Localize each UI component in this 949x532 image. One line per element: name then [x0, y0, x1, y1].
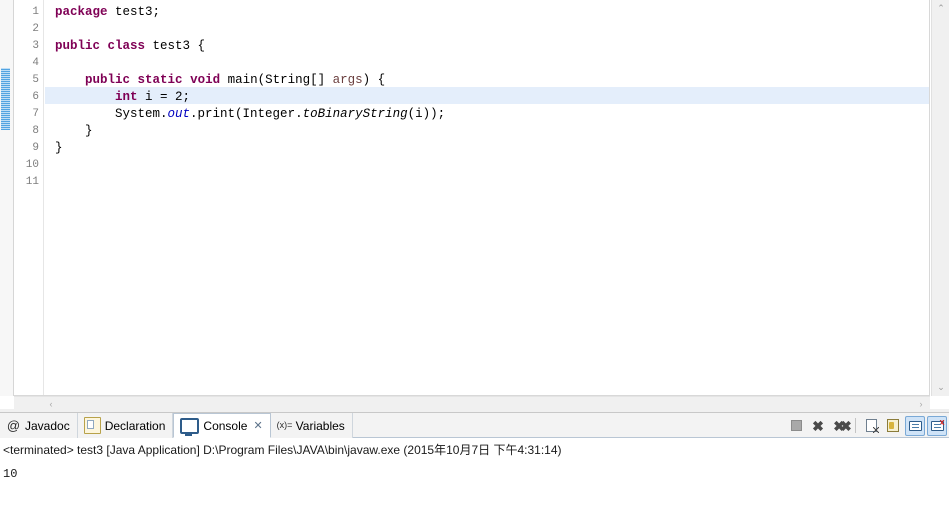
remove-all-icon: ✖✖ — [833, 417, 852, 434]
code-token: package — [55, 5, 108, 19]
code-token: } — [55, 124, 93, 138]
eclipse-workbench-window: 1 2 3 4 5 6 7 8 9 10 11 package test3; public class… — [0, 0, 949, 532]
code-token: int — [115, 90, 138, 104]
code-token: args — [332, 73, 363, 87]
console-screen-icon — [908, 420, 922, 431]
code-token: static — [137, 73, 183, 87]
line-number: 3 — [32, 40, 39, 52]
scroll-left-arrow-icon[interactable]: ‹ — [44, 397, 58, 410]
close-x-icon: ✖ — [812, 417, 824, 434]
line-number: 9 — [32, 142, 39, 154]
scroll-lock-button[interactable] — [883, 416, 903, 436]
remove-launch-button[interactable]: ✖ — [808, 416, 828, 436]
code-token: out — [167, 107, 191, 121]
code-line[interactable]: } — [55, 140, 63, 157]
console-view-toolbar: ✖ ✖✖ — [786, 415, 947, 436]
code-token: .print(Integer. — [190, 107, 303, 121]
line-number: 5 — [32, 74, 39, 86]
code-line[interactable]: public static void main(String[] args) { — [55, 72, 385, 89]
annotation-ruler[interactable] — [0, 0, 14, 396]
toolbar-separator — [855, 418, 856, 433]
clear-console-button[interactable] — [861, 416, 881, 436]
line-number: 7 — [32, 108, 39, 120]
line-number-gutter: 1 2 3 4 5 6 7 8 9 10 11 — [14, 0, 44, 395]
view-tab-list: @ Javadoc Declaration Console ✕ (x)= Variables — [0, 413, 353, 438]
scroll-lock-icon — [887, 419, 899, 432]
console-output-area[interactable]: <terminated> test3 [Java Application] D:… — [0, 438, 949, 532]
code-token: ) { — [362, 73, 386, 87]
tab-label: Declaration — [104, 418, 166, 433]
code-line[interactable]: int i = 2; — [55, 89, 190, 106]
console-view: @ Javadoc Declaration Console ✕ (x)= Variables… — [0, 412, 949, 532]
code-token: test3; — [107, 5, 161, 19]
code-token: public — [55, 39, 101, 53]
tab-javadoc[interactable]: @ Javadoc — [0, 413, 78, 438]
tab-label: Console — [203, 418, 248, 433]
code-token: public — [85, 73, 131, 87]
code-line[interactable]: System.out.print(Integer.toBinaryString(… — [55, 106, 445, 123]
javadoc-icon: @ — [6, 418, 21, 433]
clear-console-icon — [865, 419, 879, 433]
console-status-line: <terminated> test3 [Java Application] D:… — [3, 443, 562, 457]
line-number: 10 — [25, 159, 39, 171]
display-selected-console-button[interactable] — [927, 415, 947, 436]
code-line[interactable]: public class test3 { — [55, 38, 205, 55]
editor-horizontal-scrollbar[interactable]: ‹ › — [14, 396, 930, 409]
code-text-area[interactable]: package test3; public class test3 { publi… — [45, 0, 929, 395]
view-tab-bar: @ Javadoc Declaration Console ✕ (x)= Variables… — [0, 413, 949, 438]
code-token: i = 2; — [137, 90, 191, 104]
scroll-up-arrow-icon[interactable]: ⌃ — [932, 0, 949, 17]
code-token: System. — [55, 107, 168, 121]
editor-vertical-scrollbar[interactable]: ⌃ ⌄ — [931, 0, 949, 396]
tab-declaration[interactable]: Declaration — [77, 413, 174, 438]
code-token: class — [107, 39, 146, 53]
scroll-down-arrow-icon[interactable]: ⌄ — [932, 379, 949, 396]
code-token: (i)); — [407, 107, 446, 121]
tab-variables[interactable]: (x)= Variables — [270, 413, 353, 438]
console-screen-error-icon — [930, 418, 945, 431]
line-number: 1 — [32, 6, 39, 18]
method-range-indicator — [1, 68, 10, 130]
line-number: 6 — [32, 91, 39, 103]
remove-all-terminated-button[interactable]: ✖✖ — [830, 416, 852, 436]
code-token: } — [55, 141, 63, 155]
pin-console-button[interactable] — [905, 415, 925, 436]
console-icon — [180, 418, 200, 436]
terminate-icon — [790, 420, 802, 431]
code-token: test3 { — [145, 39, 206, 53]
code-line[interactable]: package test3; — [55, 4, 160, 21]
tab-console[interactable]: Console ✕ — [173, 413, 271, 438]
console-program-output: 10 — [3, 467, 18, 481]
code-line[interactable]: } — [55, 123, 93, 140]
code-token: main(String[] — [220, 73, 333, 87]
variables-icon: (x)= — [276, 420, 293, 430]
scroll-right-arrow-icon[interactable]: › — [914, 397, 928, 410]
line-number: 2 — [32, 23, 39, 35]
code-token: toBinaryString — [302, 107, 408, 121]
tab-label: Javadoc — [25, 418, 70, 433]
line-number: 8 — [32, 125, 39, 137]
declaration-icon — [83, 417, 101, 434]
terminate-button[interactable] — [786, 416, 806, 436]
java-editor-pane: 1 2 3 4 5 6 7 8 9 10 11 package test3; public class… — [0, 0, 949, 409]
tab-label: Variables — [295, 418, 345, 433]
line-number: 11 — [25, 176, 39, 188]
editor-text-frame: 1 2 3 4 5 6 7 8 9 10 11 package test3; public class… — [14, 0, 930, 396]
close-icon[interactable]: ✕ — [253, 419, 262, 432]
line-number: 4 — [32, 57, 39, 69]
code-token: void — [190, 73, 221, 87]
